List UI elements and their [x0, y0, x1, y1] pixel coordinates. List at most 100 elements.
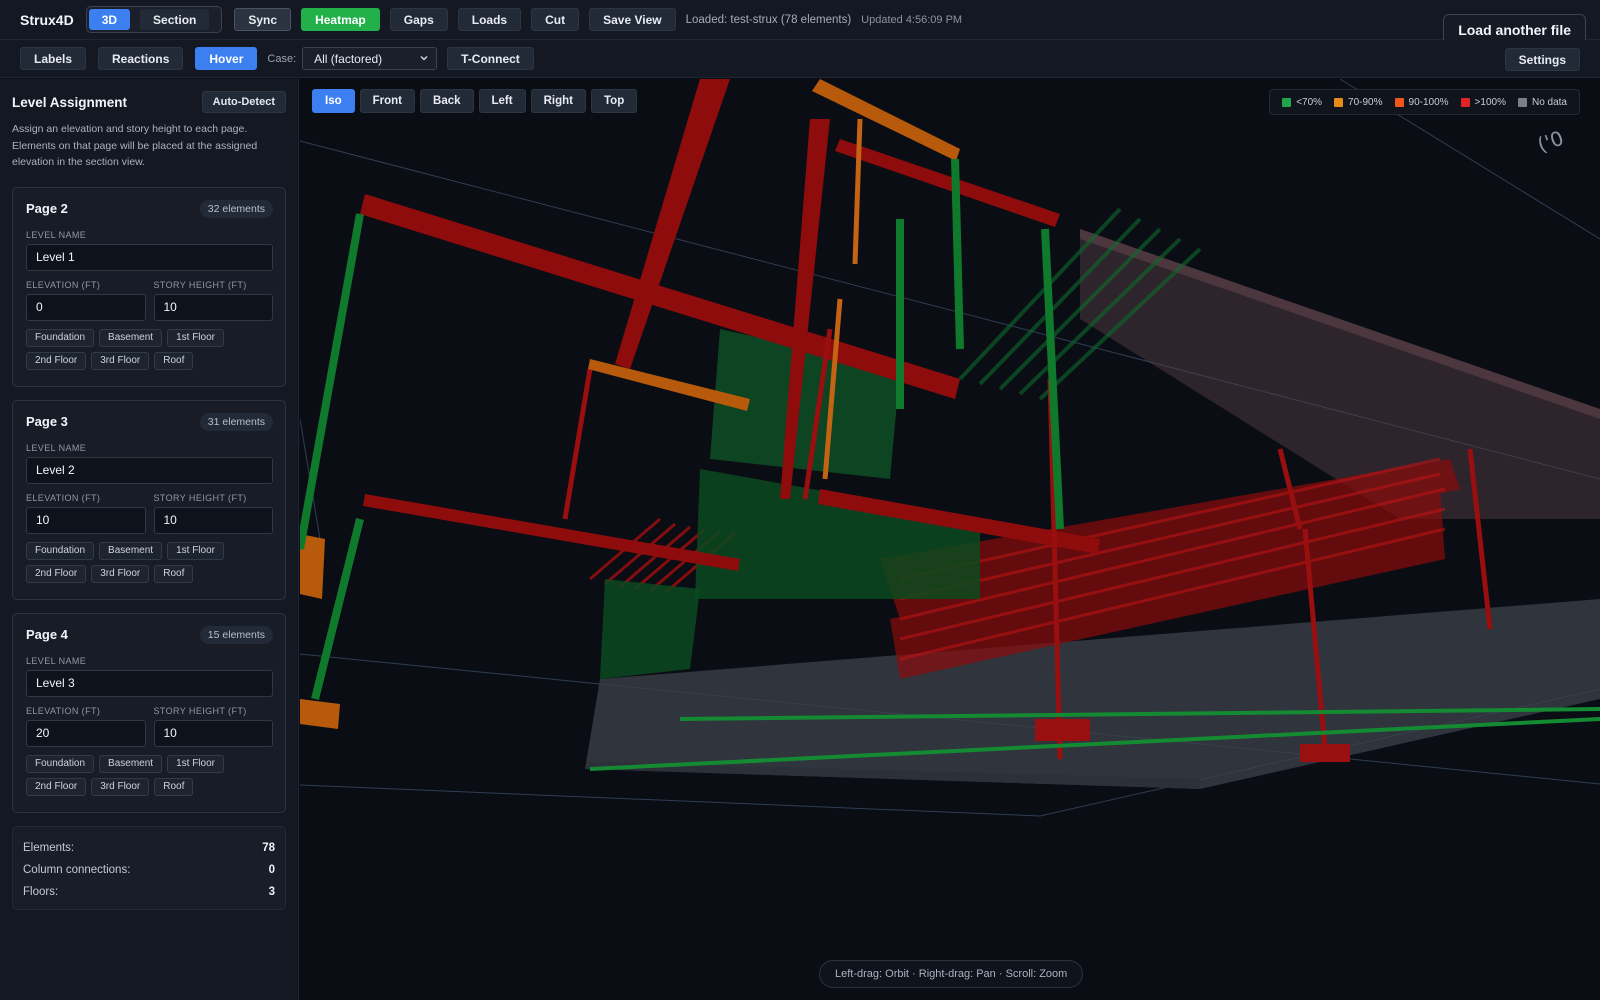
level-preset-chips: Foundation Basement 1st Floor 2nd Floor … — [26, 754, 236, 796]
app-title: Strux4D — [20, 11, 74, 28]
chip-foundation[interactable]: Foundation — [26, 328, 95, 347]
panel-description: Assign an elevation and story height to … — [12, 123, 258, 168]
top-toolbar: Strux4D 3D Section Sync Heatmap Gaps Loa… — [0, 0, 1600, 40]
chip-3rd-floor[interactable]: 3rd Floor — [91, 351, 150, 370]
view-front-button[interactable]: Front — [359, 89, 416, 113]
view-top-button[interactable]: Top — [591, 89, 638, 113]
page-card: Page 4 15 elements LEVEL NAME Level 3 EL… — [12, 612, 286, 813]
legend-label: 90-100% — [1408, 96, 1449, 108]
level-preset-chips: Foundation Basement 1st Floor 2nd Floor … — [26, 541, 236, 583]
elevation-label: ELEVATION (FT) — [26, 705, 101, 716]
elevation-input[interactable]: 20 — [26, 719, 146, 747]
sync-button[interactable]: Sync — [234, 8, 292, 31]
level-name-input[interactable]: Level 2 — [26, 456, 273, 484]
cut-button[interactable]: Cut — [531, 8, 580, 31]
legend-swatch — [1394, 97, 1404, 107]
stat-value: 0 — [268, 863, 275, 876]
heatmap-legend: <70% 70-90% 90-100% >100% No data — [1269, 89, 1580, 115]
hover-button[interactable]: Hover — [195, 47, 258, 70]
updated-status: Updated 4:56:09 PM — [861, 13, 963, 26]
chip-basement[interactable]: Basement — [99, 754, 163, 773]
navigation-hint: Left-drag: Orbit · Right-drag: Pan · Scr… — [819, 960, 1084, 988]
legend-item: >100% — [1460, 96, 1506, 108]
gaps-button[interactable]: Gaps — [389, 8, 448, 31]
page-title: Page 3 — [26, 414, 68, 429]
level-assignment-panel: Level Assignment Auto-Detect Assign an e… — [0, 79, 299, 1000]
chip-2nd-floor[interactable]: 2nd Floor — [26, 564, 87, 583]
legend-label: <70% — [1296, 96, 1323, 108]
t-connect-button[interactable]: T-Connect — [447, 47, 534, 70]
chip-2nd-floor[interactable]: 2nd Floor — [26, 351, 87, 370]
elevation-input[interactable]: 10 — [26, 506, 146, 534]
chip-roof[interactable]: Roof — [154, 564, 194, 583]
chip-basement[interactable]: Basement — [99, 328, 163, 347]
chip-roof[interactable]: Roof — [154, 351, 194, 370]
secondary-toolbar: Labels Reactions Hover Case: All (factor… — [0, 40, 1600, 78]
loads-button[interactable]: Loads — [457, 8, 522, 31]
chip-1st-floor[interactable]: 1st Floor — [167, 754, 224, 773]
level-name-label: LEVEL NAME — [26, 229, 87, 240]
mode-3d-button[interactable]: 3D — [88, 9, 131, 30]
chip-roof[interactable]: Roof — [154, 777, 194, 796]
level-preset-chips: Foundation Basement 1st Floor 2nd Floor … — [26, 328, 236, 370]
view-iso-button[interactable]: Iso — [312, 89, 355, 113]
panel-title: Level Assignment — [12, 94, 128, 110]
view-right-button[interactable]: Right — [530, 89, 586, 113]
legend-item: 70-90% — [1334, 96, 1383, 108]
legend-label: 70-90% — [1348, 96, 1383, 108]
page-card: Page 3 31 elements LEVEL NAME Level 2 EL… — [12, 399, 286, 600]
chip-1st-floor[interactable]: 1st Floor — [167, 328, 224, 347]
chip-basement[interactable]: Basement — [99, 541, 163, 560]
chip-2nd-floor[interactable]: 2nd Floor — [26, 777, 87, 796]
legend-item: <70% — [1282, 97, 1322, 108]
legend-swatch — [1460, 97, 1470, 107]
story-height-label: STORY HEIGHT (FT) — [153, 279, 247, 290]
labels-button[interactable]: Labels — [20, 47, 87, 70]
story-height-input[interactable]: 10 — [153, 719, 273, 747]
auto-detect-button[interactable]: Auto-Detect — [201, 91, 286, 113]
chip-1st-floor[interactable]: 1st Floor — [167, 541, 224, 560]
legend-swatch — [1517, 97, 1527, 107]
stat-value: 3 — [268, 885, 275, 898]
elevation-input[interactable]: 0 — [26, 293, 146, 321]
view-left-button[interactable]: Left — [478, 89, 526, 113]
case-label: Case: — [267, 52, 297, 65]
story-height-input[interactable]: 10 — [153, 293, 273, 321]
legend-item: No data — [1517, 97, 1567, 108]
settings-button[interactable]: Settings — [1504, 48, 1580, 71]
element-count-badge: 31 elements — [199, 412, 273, 431]
save-view-button[interactable]: Save View — [589, 8, 676, 31]
chip-foundation[interactable]: Foundation — [26, 754, 95, 773]
chip-3rd-floor[interactable]: 3rd Floor — [91, 777, 150, 796]
elevation-label: ELEVATION (FT) — [26, 279, 101, 290]
story-height-input[interactable]: 10 — [153, 506, 273, 534]
level-name-input[interactable]: Level 3 — [26, 669, 273, 697]
legend-swatch — [1282, 97, 1292, 107]
case-select-value: All (factored) — [314, 51, 383, 66]
structure-render: ('0 — [300, 79, 1600, 817]
story-height-label: STORY HEIGHT (FT) — [153, 705, 247, 716]
stat-label: Column connections: — [23, 863, 131, 876]
view-back-button[interactable]: Back — [420, 89, 474, 113]
stat-column-connections: Column connections: 0 — [23, 859, 275, 881]
page-title: Page 4 — [26, 627, 68, 642]
element-count-badge: 32 elements — [199, 199, 273, 218]
page-title: Page 2 — [26, 201, 68, 216]
legend-label: >100% — [1474, 96, 1506, 108]
heatmap-button[interactable]: Heatmap — [301, 8, 380, 31]
elevation-label: ELEVATION (FT) — [26, 492, 101, 503]
stat-label: Elements: — [23, 841, 75, 854]
level-name-label: LEVEL NAME — [26, 442, 87, 453]
view-mode-toggle: 3D Section — [85, 6, 223, 33]
level-name-input[interactable]: Level 1 — [26, 243, 273, 271]
level-name-label: LEVEL NAME — [26, 655, 87, 666]
chip-foundation[interactable]: Foundation — [26, 541, 95, 560]
story-height-label: STORY HEIGHT (FT) — [153, 492, 247, 503]
case-select[interactable]: All (factored) — [302, 47, 438, 70]
3d-viewport[interactable]: ('0 Iso Front Back Left Right Top <70% 7… — [300, 79, 1600, 1000]
reactions-button[interactable]: Reactions — [98, 47, 184, 70]
chip-3rd-floor[interactable]: 3rd Floor — [91, 564, 150, 583]
stat-value: 78 — [262, 841, 275, 854]
corner-label: ('0 — [1534, 126, 1567, 157]
mode-section-button[interactable]: Section — [140, 9, 210, 30]
